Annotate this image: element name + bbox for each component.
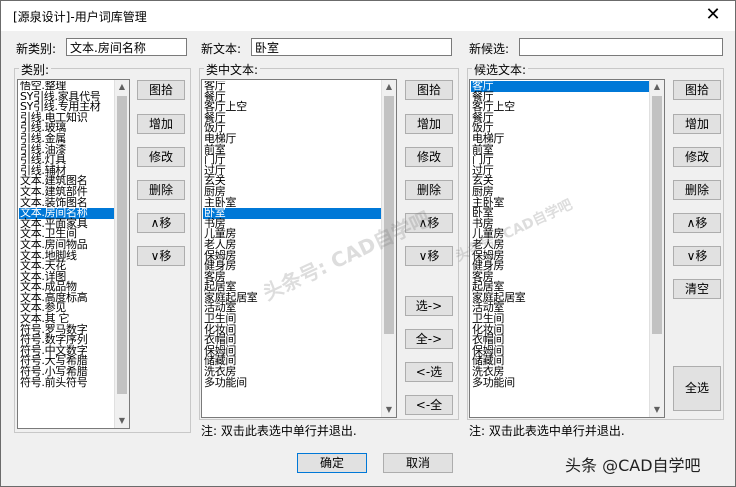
new-category-field[interactable]: 文本.房间名称 <box>66 38 187 56</box>
text-note: 注: 双击此表选中单行并退出. <box>201 424 357 438</box>
candidate-delete-button[interactable]: 删除 <box>673 180 721 200</box>
return-selected-button[interactable]: <-选 <box>405 362 453 382</box>
new-text-field[interactable]: 卧室 <box>251 38 452 56</box>
scroll-up-icon[interactable]: ▲ <box>382 80 396 94</box>
scroll-up-icon[interactable]: ▲ <box>115 80 129 94</box>
text-list-item[interactable]: 多功能间 <box>203 377 382 389</box>
text-list-item[interactable]: 过厅 <box>203 165 382 177</box>
text-pick-button[interactable]: 图拾 <box>405 80 453 100</box>
category-pick-button[interactable]: 图拾 <box>137 80 185 100</box>
candidate-list[interactable]: 客厅 餐厅 客厅上空 餐厅 饭厅 电梯厅 前室 门厅 过厅 玄关 厨房 主卧室 卧室 书房 儿童房 老人房 保姆… <box>469 79 665 418</box>
text-list-item[interactable]: 电梯厅 <box>203 133 382 145</box>
candidate-list-item[interactable]: 玄关 <box>471 176 650 187</box>
candidate-list-item[interactable]: 餐厅 <box>471 112 650 124</box>
new-candidate-label: 新候选: <box>469 42 510 56</box>
ok-button[interactable]: 确定 <box>297 453 367 473</box>
candidate-group-title: 候选文本: <box>472 61 529 78</box>
candidate-list-item[interactable]: 过厅 <box>471 165 650 177</box>
candidate-move-up-button[interactable]: ∧移 <box>673 213 721 233</box>
candidate-add-button[interactable]: 增加 <box>673 114 721 134</box>
return-all-button[interactable]: <-全 <box>405 395 453 415</box>
category-group-title: 类别: <box>19 61 52 78</box>
text-list-item[interactable]: 前室 <box>203 144 382 156</box>
candidate-scrollbar[interactable]: ▲ ▼ <box>649 80 664 417</box>
category-add-button[interactable]: 增加 <box>137 114 185 134</box>
text-edit-button[interactable]: 修改 <box>405 147 453 167</box>
text-list-item[interactable]: 客厅 <box>203 81 382 92</box>
new-text-label: 新文本: <box>201 42 242 56</box>
candidate-list-item[interactable]: 门厅 <box>471 154 650 166</box>
text-list-item[interactable]: 主卧室 <box>203 197 382 209</box>
candidate-list-item[interactable]: 健身房 <box>471 260 650 272</box>
candidate-list-item[interactable]: 多功能间 <box>471 377 650 389</box>
text-list-item[interactable]: 门厅 <box>203 154 382 166</box>
transfer-selected-button[interactable]: 选-> <box>405 296 453 316</box>
candidate-list-item[interactable]: 前室 <box>471 144 650 156</box>
candidate-move-down-button[interactable]: ∨移 <box>673 246 721 266</box>
candidate-pick-button[interactable]: 图拾 <box>673 80 721 100</box>
category-delete-button[interactable]: 删除 <box>137 180 185 200</box>
text-list-item[interactable]: 餐厅 <box>203 112 382 124</box>
text-move-down-button[interactable]: ∨移 <box>405 246 453 266</box>
scroll-thumb[interactable] <box>384 96 394 334</box>
candidate-clear-button[interactable]: 清空 <box>673 279 721 299</box>
candidate-list-item[interactable]: 电梯厅 <box>471 133 650 145</box>
select-all-button[interactable]: 全选 <box>673 366 721 411</box>
scroll-thumb[interactable] <box>652 96 662 334</box>
close-icon[interactable]: ✕ <box>701 4 725 26</box>
scroll-up-icon[interactable]: ▲ <box>650 80 664 94</box>
text-delete-button[interactable]: 删除 <box>405 180 453 200</box>
transfer-all-button[interactable]: 全-> <box>405 329 453 349</box>
text-list-item[interactable]: 玄关 <box>203 176 382 187</box>
category-list-items: 悟空.整理 SY引线.家具代号 SY引线.专用主材 引线.电工知识 引线.玻璃 引线.金属… <box>19 81 115 427</box>
text-list-item[interactable]: 客厅上空 <box>203 101 382 113</box>
candidate-list-item[interactable]: 客厅上空 <box>471 101 650 113</box>
candidate-list-item[interactable]: 客厅 <box>471 81 650 92</box>
category-list[interactable]: 悟空.整理 SY引线.家具代号 SY引线.专用主材 引线.电工知识 引线.玻璃 引线.金属… <box>17 79 130 429</box>
category-move-up-button[interactable]: ∧移 <box>137 213 185 233</box>
candidate-note: 注: 双击此表选中单行并退出. <box>469 424 625 438</box>
cancel-button[interactable]: 取消 <box>383 453 453 473</box>
credit-text: 头条 @CAD自学吧 <box>565 456 701 475</box>
text-group-title: 类中文本: <box>204 61 261 78</box>
title-bar[interactable]: [源泉设计]-用户词库管理 ✕ <box>1 1 735 31</box>
text-add-button[interactable]: 增加 <box>405 114 453 134</box>
category-move-down-button[interactable]: ∨移 <box>137 246 185 266</box>
scroll-down-icon[interactable]: ▼ <box>115 414 129 428</box>
text-list-item[interactable]: 卧室 <box>203 207 382 219</box>
scroll-down-icon[interactable]: ▼ <box>382 403 396 417</box>
candidate-edit-button[interactable]: 修改 <box>673 147 721 167</box>
new-candidate-field[interactable] <box>519 38 723 56</box>
new-category-label: 新类别: <box>16 42 57 56</box>
scroll-down-icon[interactable]: ▼ <box>650 403 664 417</box>
category-edit-button[interactable]: 修改 <box>137 147 185 167</box>
candidate-list-items: 客厅 餐厅 客厅上空 餐厅 饭厅 电梯厅 前室 门厅 过厅 玄关 厨房 主卧室 卧室 书房 儿童房 老人房 保姆… <box>471 81 650 416</box>
category-list-item[interactable]: 符号.前头符号 <box>19 377 115 389</box>
window-title: [源泉设计]-用户词库管理 <box>13 10 147 24</box>
category-scrollbar[interactable]: ▲ ▼ <box>114 80 129 428</box>
scroll-thumb[interactable] <box>117 96 127 394</box>
